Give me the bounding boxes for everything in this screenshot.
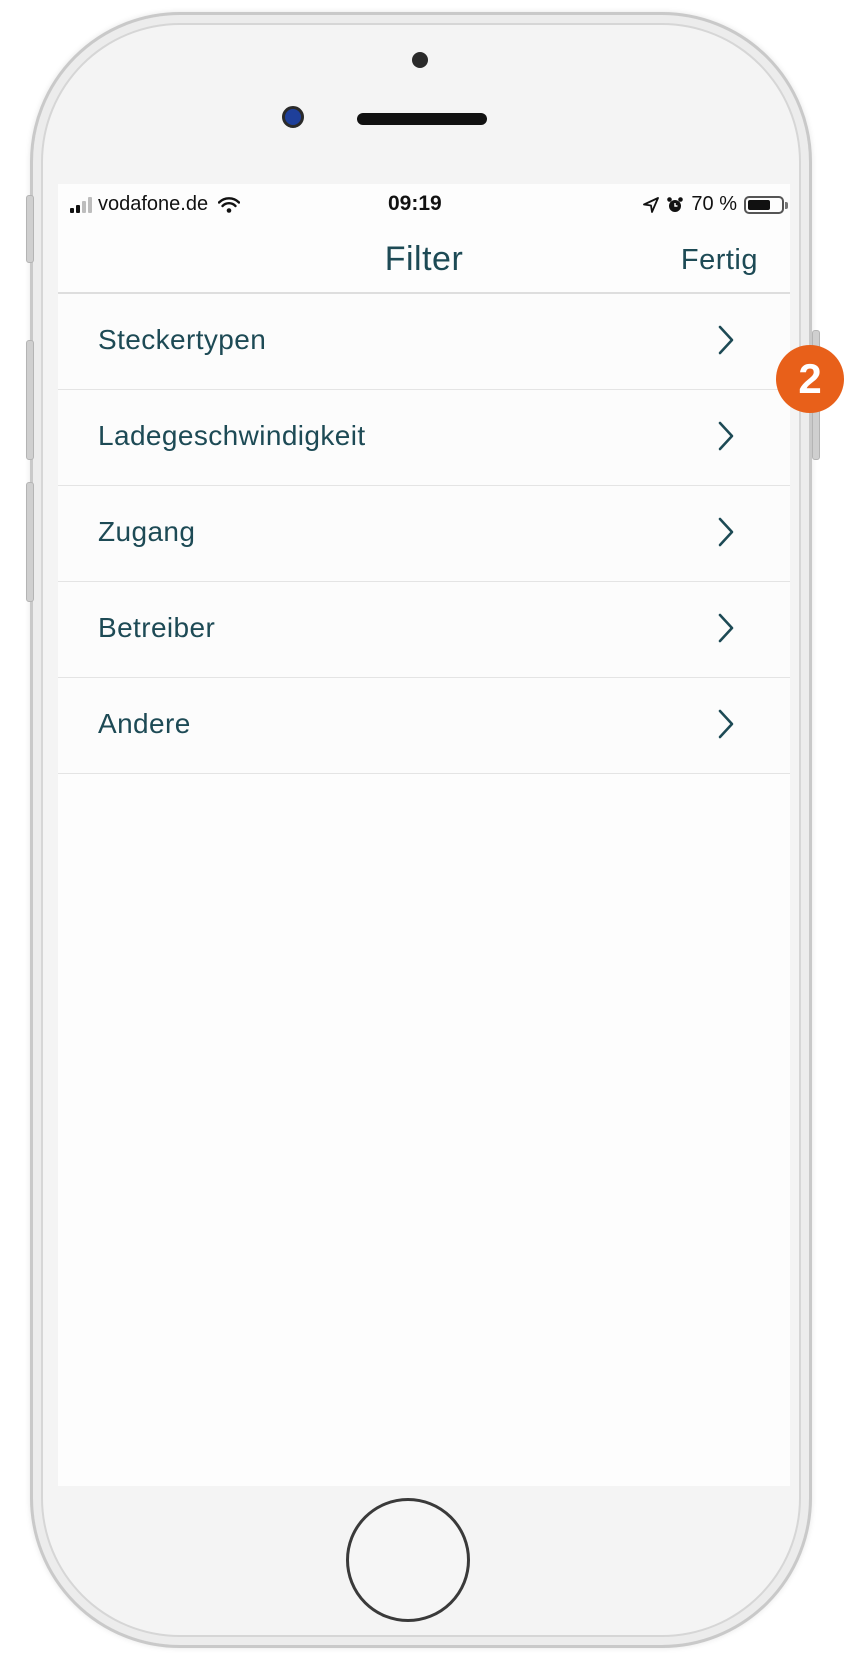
status-left: vodafone.de [70, 193, 241, 216]
proximity-sensor [282, 106, 304, 128]
status-time: 09:19 [388, 192, 442, 215]
filter-list: Steckertypen Ladegeschwindigkeit Zugang … [58, 294, 790, 774]
screen: vodafone.de 09:19 70 % Filter Fertig Ste… [58, 184, 790, 1486]
filter-item-label: Betreiber [98, 612, 216, 643]
front-camera [412, 52, 428, 68]
chevron-right-icon [718, 421, 734, 451]
filter-item-label: Andere [98, 708, 191, 739]
wifi-icon [218, 196, 241, 213]
filter-item-betreiber[interactable]: Betreiber [58, 582, 790, 678]
step-number-badge: 2 [776, 345, 844, 413]
carrier-name: vodafone.de [98, 193, 209, 215]
navigation-bar: Filter Fertig [58, 226, 790, 294]
signal-icon [70, 196, 92, 213]
filter-item-ladegeschwindigkeit[interactable]: Ladegeschwindigkeit [58, 390, 790, 486]
home-button[interactable] [346, 1498, 470, 1622]
filter-item-steckertypen[interactable]: Steckertypen [58, 294, 790, 390]
chevron-right-icon [718, 517, 734, 547]
chevron-right-icon [718, 325, 734, 355]
filter-item-label: Ladegeschwindigkeit [98, 420, 366, 451]
filter-item-label: Steckertypen [98, 324, 267, 355]
filter-item-zugang[interactable]: Zugang [58, 486, 790, 582]
location-icon [643, 196, 660, 213]
filter-item-label: Zugang [98, 516, 196, 547]
status-right: 70 % [643, 193, 788, 216]
status-bar: vodafone.de 09:19 70 % [58, 184, 790, 226]
alarm-icon [667, 196, 684, 212]
battery-percentage: 70 % [691, 193, 737, 215]
done-button[interactable]: Fertig [681, 244, 758, 277]
volume-down-button [26, 482, 34, 602]
mute-switch [26, 195, 34, 263]
filter-item-andere[interactable]: Andere [58, 678, 790, 774]
battery-icon [744, 195, 788, 214]
chevron-right-icon [718, 709, 734, 739]
page: vodafone.de 09:19 70 % Filter Fertig Ste… [0, 0, 850, 1655]
chevron-right-icon [718, 613, 734, 643]
earpiece-speaker [357, 113, 487, 125]
volume-up-button [26, 340, 34, 460]
